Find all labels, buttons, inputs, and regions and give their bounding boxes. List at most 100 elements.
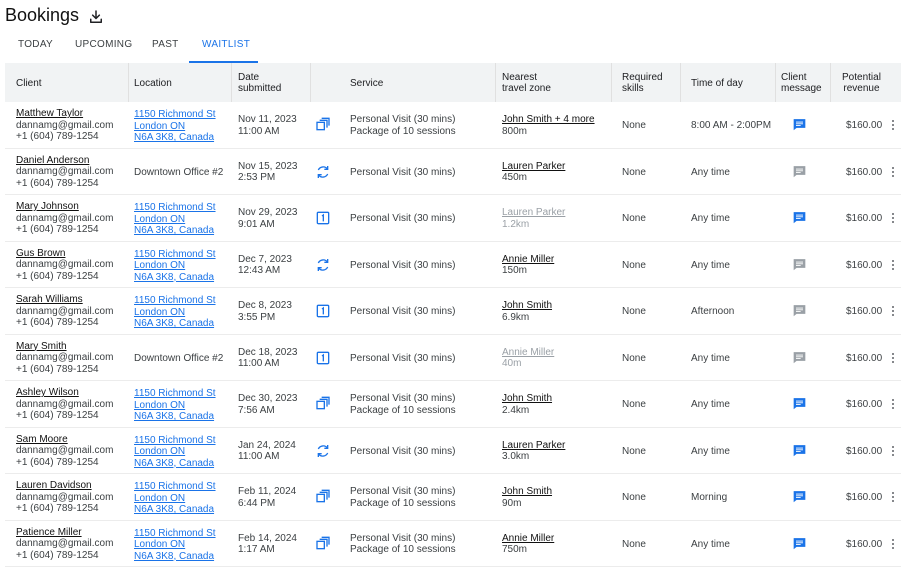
location-address-link[interactable]: 1150 Richmond St London ON N6A 3K8, Canada <box>134 202 216 237</box>
download-icon[interactable] <box>87 8 105 26</box>
header-nearest-travel-zone[interactable]: Nearest travel zone <box>502 72 551 94</box>
more-options-icon[interactable] <box>891 119 895 131</box>
tab-upcoming[interactable]: UPCOMING <box>75 39 132 50</box>
more-options-icon[interactable] <box>891 445 895 457</box>
zone-provider-link[interactable]: Lauren Parker <box>502 440 565 452</box>
location-address-link[interactable]: 1150 Richmond St London ON N6A 3K8, Canada <box>134 109 216 144</box>
single-session-icon <box>316 211 330 225</box>
message-icon[interactable] <box>792 397 807 411</box>
location-address-link[interactable]: 1150 Richmond St London ON N6A 3K8, Canada <box>134 249 216 284</box>
client-email: dannamg@gmail.com <box>16 166 114 177</box>
table-row: Gus Brown dannamg@gmail.com +1 (604) 789-1… <box>5 242 901 288</box>
client-name-link[interactable]: Mary Johnson <box>16 201 79 213</box>
zone-provider-link[interactable]: John Smith + 4 more <box>502 114 595 126</box>
client-name-link[interactable]: Ashley Wilson <box>16 387 79 399</box>
zone-provider-link[interactable]: Annie Miller <box>502 347 554 359</box>
header-location[interactable]: Location <box>134 78 172 89</box>
zone-provider-link[interactable]: Lauren Parker <box>502 207 565 219</box>
more-options-icon[interactable] <box>891 491 895 503</box>
potential-revenue: $160.00 <box>846 259 883 271</box>
package-icon <box>316 396 330 410</box>
client-name-link[interactable]: Patience Miller <box>16 527 82 539</box>
location-address-link[interactable]: 1150 Richmond St London ON N6A 3K8, Canada <box>134 528 216 563</box>
client-phone: +1 (604) 789-1254 <box>16 317 99 328</box>
recurring-icon <box>317 258 329 271</box>
message-icon[interactable] <box>792 211 807 225</box>
date-submitted: Feb 11, 2024 6:44 PM <box>238 486 296 509</box>
header-rev-line1: Potential <box>842 72 881 83</box>
zone-provider-link[interactable]: Lauren Parker <box>502 161 565 173</box>
location-address-link[interactable]: 1150 Richmond St London ON N6A 3K8, Canada <box>134 481 216 516</box>
zone-provider-link[interactable]: Annie Miller <box>502 533 554 545</box>
client-name-link[interactable]: Daniel Anderson <box>16 155 89 167</box>
more-options-icon[interactable] <box>891 352 895 364</box>
header-zone-line2: travel zone <box>502 83 551 94</box>
tab-past[interactable]: PAST <box>152 39 179 50</box>
table-row: Sarah Williams dannamg@gmail.com +1 (604) … <box>5 288 901 335</box>
message-icon[interactable] <box>792 258 807 272</box>
tab-waitlist[interactable]: WAITLIST <box>202 39 250 50</box>
nearest-travel-zone: John Smith + 4 more 800m <box>502 114 595 137</box>
client-name-link[interactable]: Mary Smith <box>16 341 67 353</box>
page-header: Bookings <box>0 0 906 34</box>
date-submitted: Nov 29, 2023 9:01 AM <box>238 207 298 230</box>
zone-provider-link[interactable]: Annie Miller <box>502 254 554 266</box>
header-required-skills[interactable]: Required skills <box>622 72 663 94</box>
date-value: Dec 8, 2023 <box>238 300 292 311</box>
header-client[interactable]: Client <box>16 78 42 89</box>
message-icon[interactable] <box>792 537 807 551</box>
message-icon[interactable] <box>792 444 807 458</box>
location-line: London ON <box>134 446 186 457</box>
column-divider <box>775 63 776 102</box>
location-line: N6A 3K8, Canada <box>134 457 215 469</box>
zone-provider-link[interactable]: John Smith <box>502 486 552 498</box>
header-client-message[interactable]: Client message <box>781 72 822 94</box>
zone-distance: 3.0km <box>502 451 530 462</box>
location-address-link[interactable]: 1150 Richmond St London ON N6A 3K8, Canada <box>134 435 216 470</box>
time-value: 9:01 AM <box>238 218 275 230</box>
required-skills: None <box>622 445 646 457</box>
date-value: Feb 11, 2024 <box>238 486 297 497</box>
time-of-day: Any time <box>691 538 730 550</box>
tab-today[interactable]: TODAY <box>18 39 53 50</box>
more-options-icon[interactable] <box>891 212 895 224</box>
table-row: Daniel Anderson dannamg@gmail.com +1 (604)… <box>5 149 901 195</box>
message-icon[interactable] <box>792 351 807 365</box>
package-icon <box>316 117 330 131</box>
time-value: 3:55 PM <box>238 311 276 323</box>
more-options-icon[interactable] <box>891 259 895 271</box>
more-options-icon[interactable] <box>891 305 895 317</box>
nearest-travel-zone: Annie Miller 150m <box>502 254 554 277</box>
message-icon[interactable] <box>792 490 807 504</box>
location-line: N6A 3K8, Canada <box>134 550 215 562</box>
waitlist-table: Client Location Date submitted Service N… <box>5 63 901 567</box>
more-options-icon[interactable] <box>891 398 895 410</box>
potential-revenue: $160.00 <box>846 538 883 550</box>
header-skills-line2: skills <box>622 83 644 94</box>
location-address-link[interactable]: 1150 Richmond St London ON N6A 3K8, Canada <box>134 388 216 423</box>
time-of-day: Any time <box>691 259 730 271</box>
client-name-link[interactable]: Lauren Davidson <box>16 480 92 492</box>
date-submitted: Nov 11, 2023 11:00 AM <box>238 114 297 137</box>
header-potential-revenue[interactable]: Potential revenue <box>842 72 881 94</box>
client-phone: +1 (604) 789-1254 <box>16 270 99 282</box>
zone-provider-link[interactable]: John Smith <box>502 393 552 405</box>
header-date-submitted[interactable]: Date submitted <box>238 72 281 94</box>
client-name-link[interactable]: Sam Moore <box>16 434 68 446</box>
table-row: Patience Miller dannamg@gmail.com +1 (604)… <box>5 521 901 567</box>
location-address-link[interactable]: 1150 Richmond St London ON N6A 3K8, Canada <box>134 295 216 330</box>
client-name-link[interactable]: Sarah Williams <box>16 294 83 306</box>
message-icon[interactable] <box>792 304 807 318</box>
more-options-icon[interactable] <box>891 538 895 550</box>
more-options-icon[interactable] <box>891 166 895 178</box>
header-time-of-day[interactable]: Time of day <box>691 78 743 89</box>
client-email: dannamg@gmail.com <box>16 119 114 131</box>
zone-provider-link[interactable]: John Smith <box>502 300 552 312</box>
header-date-line1: Date <box>238 72 260 83</box>
header-service[interactable]: Service <box>350 78 383 89</box>
client-name-link[interactable]: Matthew Taylor <box>16 108 83 120</box>
message-icon[interactable] <box>792 118 807 132</box>
client-email: dannamg@gmail.com <box>16 212 114 224</box>
message-icon[interactable] <box>792 165 807 179</box>
client-name-link[interactable]: Gus Brown <box>16 248 65 260</box>
